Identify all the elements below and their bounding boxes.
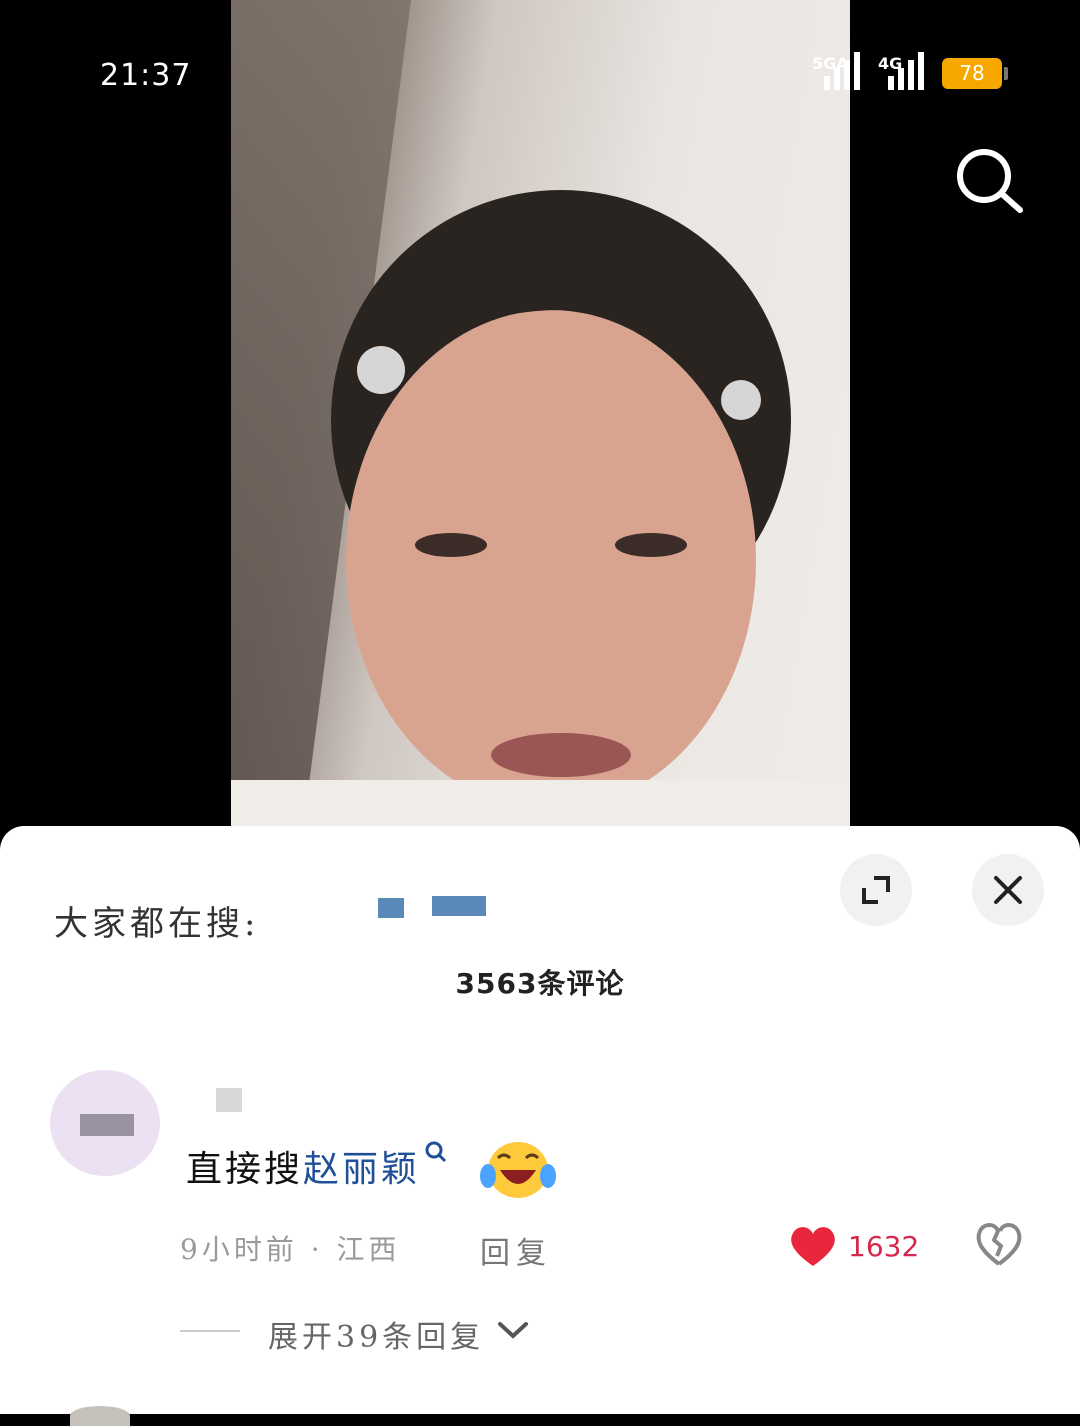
expand-button[interactable]: [840, 854, 912, 926]
comment-text-prefix: 直接搜: [186, 1149, 304, 1190]
heart-icon[interactable]: [788, 1224, 838, 1268]
search-link[interactable]: 赵丽颖: [303, 1149, 420, 1190]
search-icon: [957, 149, 1023, 213]
broken-heart-icon[interactable]: [974, 1220, 1024, 1268]
username[interactable]: [216, 1088, 242, 1112]
signal-5ga-icon: [824, 52, 860, 90]
comment-text: 直接搜赵丽颖: [186, 1140, 448, 1192]
hot-search-term-1[interactable]: [378, 898, 404, 918]
chevron-down-icon[interactable]: [496, 1316, 530, 1344]
status-time: 21:37: [100, 58, 192, 93]
search-link-icon: [425, 1141, 447, 1163]
signal-4g-icon: [888, 52, 924, 90]
comments-sheet: 大家都在搜: 3563条评论 直接搜赵丽颖 9小时前 · 江西 回复 1632 …: [0, 826, 1080, 1426]
like-count: 1632: [848, 1230, 920, 1263]
close-icon: [994, 876, 1022, 904]
hot-search-label: 大家都在搜:: [54, 904, 260, 944]
hot-search-term-2[interactable]: [432, 896, 486, 916]
close-button[interactable]: [972, 854, 1044, 926]
expand-replies-button[interactable]: 展开39条回复: [268, 1312, 484, 1356]
expand-icon: [862, 876, 890, 904]
next-comment-avatar[interactable]: [70, 1406, 130, 1426]
comment-meta: 9小时前 · 江西: [180, 1233, 401, 1266]
search-button[interactable]: [952, 144, 1028, 216]
laughing-tears-emoji: [480, 1142, 556, 1198]
comment-count: 3563条评论: [455, 967, 625, 1000]
expand-divider: [180, 1330, 240, 1332]
reply-button[interactable]: 回复: [480, 1228, 552, 1272]
battery-indicator: 78: [942, 58, 1008, 89]
avatar-blur: [80, 1114, 134, 1136]
status-bar: 21:37 5GA 4G 78: [0, 0, 1080, 140]
